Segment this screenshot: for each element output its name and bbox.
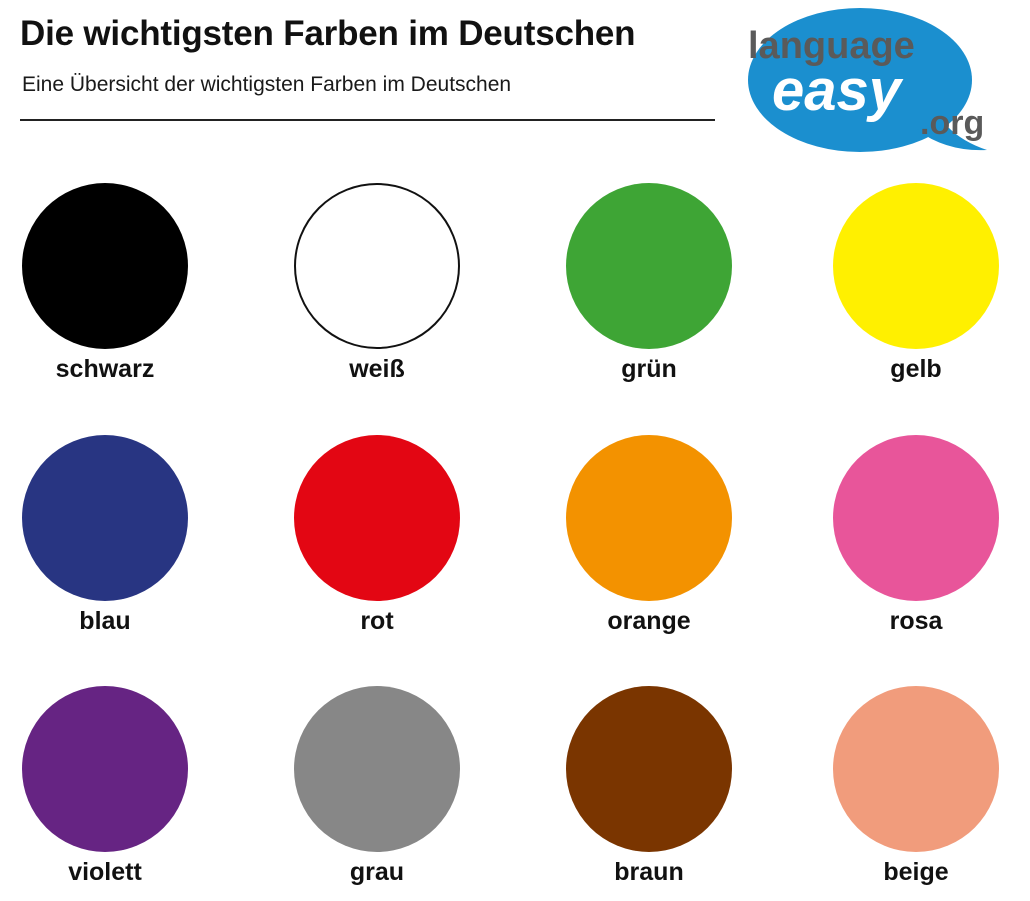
color-label-violett: violett [68,858,142,886]
color-label-blau: blau [79,607,131,635]
color-label-braun: braun [614,858,684,886]
color-label-rot: rot [360,607,394,635]
color-swatch-grau [294,686,460,852]
color-swatch-violett [22,686,188,852]
color-swatch-schwarz [22,183,188,349]
color-swatch-beige [833,686,999,852]
color-label-schwarz: schwarz [55,355,155,383]
color-swatch-rot [294,435,460,601]
speech-bubble-icon: language easy .org [748,8,987,152]
color-swatch-blau [22,435,188,601]
logo-text-org: .org [920,104,984,142]
color-swatch-braun [566,686,732,852]
color-label-grün: grün [621,355,677,383]
color-swatch-gelb [833,183,999,349]
color-label-rosa: rosa [889,607,943,635]
color-swatch-weiß [294,183,460,349]
color-label-orange: orange [607,607,691,635]
logo-text-easy: easy [772,58,904,123]
color-swatch-orange [566,435,732,601]
title-divider [20,119,715,121]
color-label-beige: beige [883,858,949,886]
page-subtitle: Eine Übersicht der wichtigsten Farben im… [22,73,512,96]
color-label-grau: grau [349,858,405,886]
color-swatch-rosa [833,435,999,601]
color-label-gelb: gelb [890,355,942,383]
page-title: Die wichtigsten Farben im Deutschen [20,14,636,53]
color-swatch-grün [566,183,732,349]
languageeasy-logo[interactable]: language easy .org [742,2,1004,162]
color-label-weiß: weiß [349,355,405,383]
